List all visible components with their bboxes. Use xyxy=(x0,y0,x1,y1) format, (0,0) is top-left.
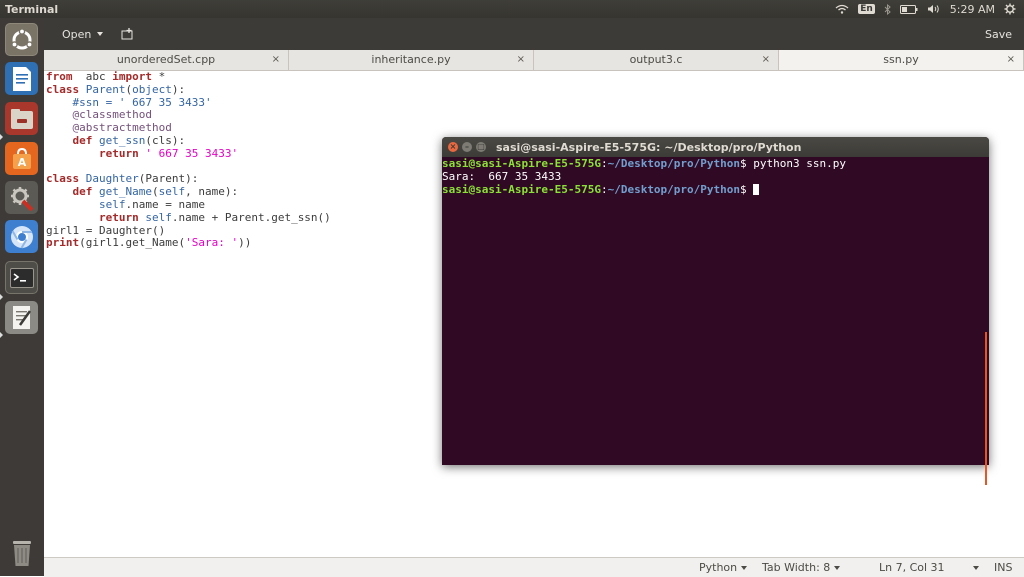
tab-width-selector[interactable]: Tab Width: 8 xyxy=(762,561,841,574)
tab-label: ssn.py xyxy=(883,53,919,66)
maximize-window-icon[interactable]: □ xyxy=(476,142,486,152)
system-settings-icon[interactable] xyxy=(5,181,38,214)
tab-label: unorderedSet.cpp xyxy=(116,53,216,66)
text-cursor xyxy=(753,183,760,195)
code-text[interactable]: from abc import * class Parent(object): … xyxy=(46,70,331,250)
open-label: Open xyxy=(62,27,92,41)
minimize-window-icon[interactable]: – xyxy=(462,142,472,152)
tab-inheritance-py[interactable]: inheritance.py × xyxy=(289,50,534,70)
close-icon[interactable]: × xyxy=(272,50,280,70)
running-indicator xyxy=(0,332,3,338)
terminal-line: sasi@sasi-Aspire-E5-575G:~/Desktop/pro/P… xyxy=(442,157,987,171)
tab-label: output3.c xyxy=(629,53,683,66)
tab-output3-c[interactable]: output3.c × xyxy=(534,50,779,70)
code-line: from abc import * xyxy=(46,70,166,83)
system-tray: En 5:29 AM xyxy=(835,3,1024,16)
code-line: #ssn = ' 667 35 3433' xyxy=(46,95,212,109)
tab-ssn-py[interactable]: ssn.py × xyxy=(779,50,1024,70)
chevron-down-icon xyxy=(741,565,748,570)
code-line: @abstractmethod xyxy=(46,121,172,135)
insert-mode-indicator: INS xyxy=(994,561,1013,574)
code-line: return ' 667 35 3433' xyxy=(98,146,239,160)
running-indicator xyxy=(0,294,3,300)
close-icon[interactable]: × xyxy=(1007,50,1015,70)
keyboard-layout-indicator[interactable]: En xyxy=(858,4,875,14)
cursor-position-selector[interactable]: Ln 7, Col 31 xyxy=(879,561,979,574)
libreoffice-writer-icon[interactable] xyxy=(5,62,38,95)
code-line: girl1 = Daughter() xyxy=(46,223,166,237)
chevron-down-icon xyxy=(834,565,841,570)
running-indicator xyxy=(0,134,3,140)
code-line: @classmethod xyxy=(46,108,152,122)
clock[interactable]: 5:29 AM xyxy=(950,3,995,16)
code-line: def get_Name(self, name): xyxy=(72,185,239,199)
tab-label: inheritance.py xyxy=(371,53,451,66)
terminal-titlebar[interactable]: × – □ sasi@sasi-Aspire-E5-575G: ~/Deskto… xyxy=(442,137,989,157)
code-line: self.name = name xyxy=(98,197,205,211)
prompt-separator: : xyxy=(600,157,608,170)
save-button[interactable]: Save xyxy=(985,28,1012,41)
active-app-title: Terminal xyxy=(5,2,59,16)
top-panel: Terminal En 5:29 AM xyxy=(0,0,1024,18)
terminal-line: sasi@sasi-Aspire-E5-575G:~/Desktop/pro/P… xyxy=(442,182,987,197)
volume-icon[interactable] xyxy=(927,4,941,14)
terminal-title: sasi@sasi-Aspire-E5-575G: ~/Desktop/pro/… xyxy=(496,140,802,154)
close-icon[interactable]: × xyxy=(517,50,525,70)
prompt-separator: : xyxy=(600,182,608,196)
code-line: print(girl1.get_Name('Sara: ')) xyxy=(46,236,252,250)
settings-gear-icon[interactable] xyxy=(1004,3,1016,15)
wifi-icon[interactable] xyxy=(835,4,849,14)
language-selector[interactable]: Python xyxy=(699,561,748,574)
close-window-icon[interactable]: × xyxy=(448,142,458,152)
code-line: return self.name + Parent.get_ssn() xyxy=(98,210,331,224)
prompt-user: sasi@sasi-Aspire-E5-575G xyxy=(442,157,601,170)
chevron-down-icon xyxy=(972,565,979,570)
terminal-icon[interactable] xyxy=(5,261,38,294)
cursor-position-label: Ln 7, Col 31 xyxy=(879,561,945,574)
unity-launcher: A xyxy=(0,18,45,576)
prompt-dollar: $ xyxy=(740,182,754,196)
language-label: Python xyxy=(699,561,738,574)
text-editor-icon[interactable] xyxy=(5,301,38,334)
software-center-icon[interactable]: A xyxy=(5,142,38,175)
terminal-window[interactable]: × – □ sasi@sasi-Aspire-E5-575G: ~/Deskto… xyxy=(442,137,989,485)
status-bar: Python Tab Width: 8 Ln 7, Col 31 INS xyxy=(44,557,1024,577)
new-document-button[interactable] xyxy=(121,28,134,40)
svg-text:A: A xyxy=(17,156,26,169)
close-icon[interactable]: × xyxy=(762,50,770,70)
prompt-path: ~/Desktop/pro/Python xyxy=(607,182,741,196)
chevron-down-icon xyxy=(97,32,104,36)
trash-icon[interactable] xyxy=(5,536,38,569)
code-line: def get_ssn(cls): xyxy=(72,133,186,147)
open-button[interactable]: Open xyxy=(56,24,109,45)
terminal-command: python3 ssn.py xyxy=(753,157,846,170)
terminal-edge-highlight xyxy=(985,332,987,485)
files-icon[interactable] xyxy=(5,102,38,135)
battery-icon[interactable] xyxy=(899,4,918,14)
prompt-dollar: $ xyxy=(740,157,754,170)
document-tabs: unorderedSet.cpp × inheritance.py × outp… xyxy=(44,50,1024,71)
ubuntu-dash-icon[interactable] xyxy=(5,23,38,56)
prompt-path: ~/Desktop/pro/Python xyxy=(607,157,741,170)
code-line: class Parent(object): xyxy=(46,82,186,96)
code-line: class Daughter(Parent): xyxy=(46,172,199,186)
new-tab-icon xyxy=(121,28,133,40)
chromium-icon[interactable] xyxy=(5,220,38,253)
terminal-output[interactable]: sasi@sasi-Aspire-E5-575G:~/Desktop/pro/P… xyxy=(442,157,987,485)
prompt-user: sasi@sasi-Aspire-E5-575G xyxy=(442,182,601,196)
bluetooth-icon[interactable] xyxy=(884,3,891,15)
tab-unorderedset-cpp[interactable]: unorderedSet.cpp × xyxy=(44,50,289,70)
tab-width-label: Tab Width: 8 xyxy=(762,561,831,574)
editor-toolbar: Open Save xyxy=(44,18,1024,50)
